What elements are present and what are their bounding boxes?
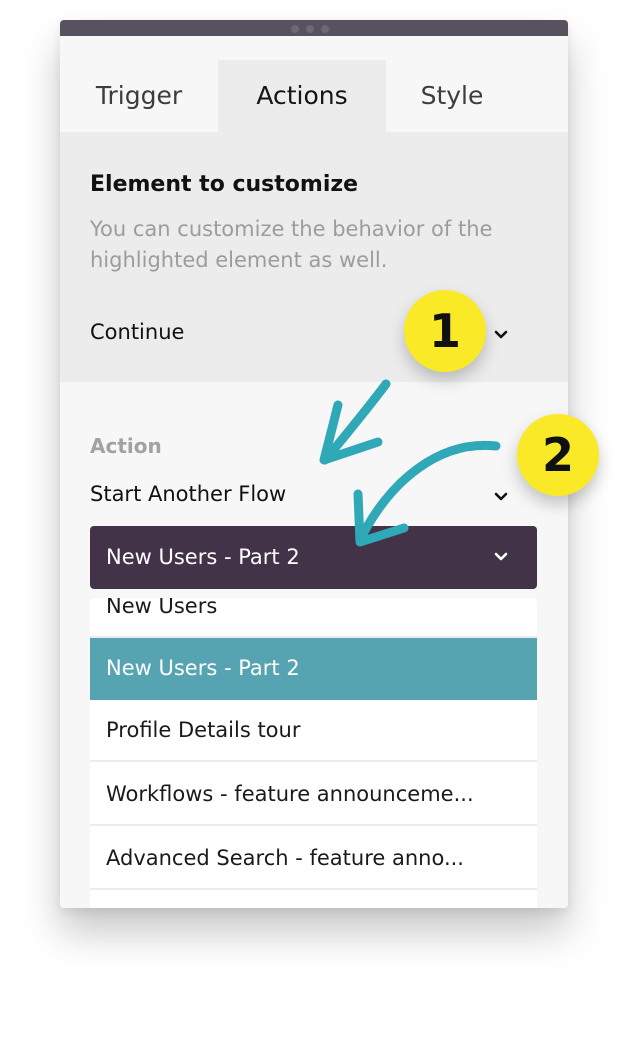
arrow-2-icon [355, 440, 501, 545]
annotation-badge-1: 1 [404, 290, 486, 372]
annotation-badge-2: 2 [517, 414, 599, 496]
annotation-arrows [319, 379, 501, 547]
